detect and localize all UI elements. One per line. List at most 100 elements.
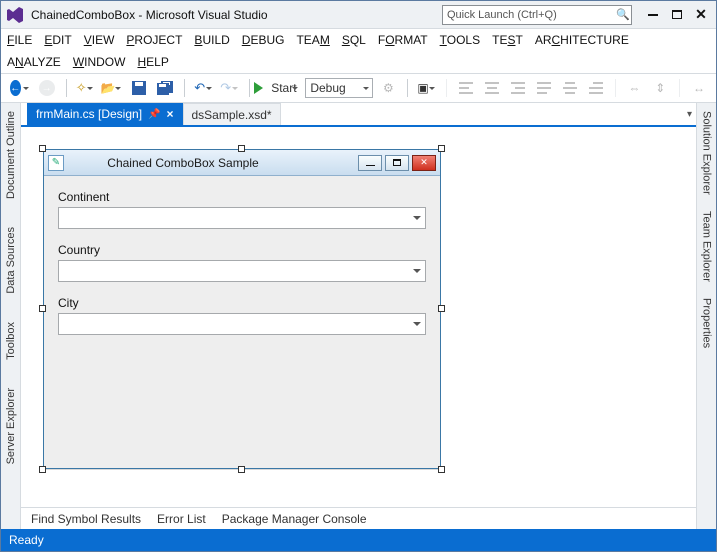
menu-architecture[interactable]: ARCHITECTURE <box>535 33 629 47</box>
resize-handle[interactable] <box>39 466 46 473</box>
panel-properties[interactable]: Properties <box>700 294 714 352</box>
designer-form[interactable]: ✎ Chained ComboBox Sample ✕ Continent <box>43 149 441 469</box>
document-tab-label: frmMain.cs [Design] <box>36 107 142 121</box>
new-project-button[interactable]: ✧ <box>74 77 96 99</box>
form-close-button[interactable]: ✕ <box>412 155 436 171</box>
toolbar-separator <box>615 79 616 97</box>
search-icon: 🔍 <box>615 8 631 21</box>
save-all-icon <box>157 81 173 95</box>
menu-bar-row2: ANALYZE WINDOW HELP <box>1 51 716 73</box>
vspace-button[interactable]: ⇕ <box>649 77 671 99</box>
hspace-button[interactable]: ⇔ <box>623 77 645 99</box>
designer-form-selection[interactable]: ✎ Chained ComboBox Sample ✕ Continent <box>43 149 441 469</box>
redo-button[interactable]: ↷ <box>219 77 241 99</box>
pin-icon[interactable]: 📌 <box>148 109 160 120</box>
vs-window: ChainedComboBox - Microsoft Visual Studi… <box>0 0 717 552</box>
menu-debug[interactable]: DEBUG <box>242 33 285 47</box>
forward-arrow-icon: → <box>39 80 55 96</box>
open-file-button[interactable]: 📂 <box>100 77 124 99</box>
menu-edit[interactable]: EDIT <box>44 33 71 47</box>
navigate-back-button[interactable]: ← <box>7 77 32 99</box>
close-tab-icon[interactable]: × <box>166 107 173 121</box>
menu-project[interactable]: PROJECT <box>126 33 182 47</box>
tab-overflow-button[interactable]: ▾ <box>687 109 692 120</box>
menu-test[interactable]: TEST <box>492 33 523 47</box>
document-tab-label: dsSample.xsd* <box>192 108 272 122</box>
document-tab-active[interactable]: frmMain.cs [Design] 📌 × <box>27 103 183 125</box>
left-tool-rail: Document Outline Data Sources Toolbox Se… <box>1 103 21 529</box>
undo-button[interactable]: ↶ <box>193 77 215 99</box>
status-text: Ready <box>9 533 44 547</box>
panel-error-list[interactable]: Error List <box>157 512 206 526</box>
layout-button[interactable]: ▣ <box>416 77 438 99</box>
window-close-button[interactable]: ✕ <box>690 5 712 25</box>
combo-city[interactable] <box>58 313 426 335</box>
align-top-button[interactable] <box>533 77 555 99</box>
menu-help[interactable]: HELP <box>137 55 168 69</box>
panel-package-manager-console[interactable]: Package Manager Console <box>222 512 367 526</box>
resize-handle[interactable] <box>438 466 445 473</box>
configuration-select[interactable]: Debug <box>305 78 373 98</box>
menu-sql[interactable]: SQL <box>342 33 366 47</box>
combo-country[interactable] <box>58 260 426 282</box>
align-left-button[interactable] <box>455 77 477 99</box>
menu-format[interactable]: FORMAT <box>378 33 428 47</box>
align-right-button[interactable] <box>507 77 529 99</box>
window-minimize-button[interactable] <box>642 5 664 25</box>
align-bottom-button[interactable] <box>585 77 607 99</box>
panel-solution-explorer[interactable]: Solution Explorer <box>700 107 714 199</box>
menu-tools[interactable]: TOOLS <box>440 33 480 47</box>
toolbar-separator <box>679 79 680 97</box>
panel-toolbox[interactable]: Toolbox <box>4 318 18 364</box>
resize-handle[interactable] <box>238 145 245 152</box>
menu-view[interactable]: VIEW <box>84 33 115 47</box>
label-country[interactable]: Country <box>58 243 426 257</box>
designer-surface[interactable]: ✎ Chained ComboBox Sample ✕ Continent <box>21 127 696 507</box>
resize-handle[interactable] <box>438 305 445 312</box>
same-width-button[interactable]: ↔ <box>688 77 710 99</box>
align-middle-icon <box>563 82 577 94</box>
resize-handle[interactable] <box>438 145 445 152</box>
align-center-icon <box>485 82 499 94</box>
menu-file[interactable]: FILE <box>7 33 32 47</box>
menu-team[interactable]: TEAM <box>296 33 329 47</box>
back-arrow-icon: ← <box>10 80 21 96</box>
resize-handle[interactable] <box>39 145 46 152</box>
window-restore-button[interactable] <box>666 5 688 25</box>
form-maximize-button[interactable] <box>385 155 409 171</box>
document-tab-inactive[interactable]: dsSample.xsd* <box>183 103 281 125</box>
menu-analyze[interactable]: ANALYZE <box>7 55 61 69</box>
resize-handle[interactable] <box>39 305 46 312</box>
align-bottom-icon <box>589 82 603 94</box>
start-debug-button[interactable]: Start <box>257 77 301 99</box>
menu-build[interactable]: BUILD <box>194 33 229 47</box>
form-titlebar: ✎ Chained ComboBox Sample ✕ <box>44 150 440 176</box>
panel-server-explorer[interactable]: Server Explorer <box>4 384 18 468</box>
vs-logo-icon <box>5 5 25 25</box>
form-minimize-button[interactable] <box>358 155 382 171</box>
workspace: Document Outline Data Sources Toolbox Se… <box>1 103 716 529</box>
combo-continent[interactable] <box>58 207 426 229</box>
hspace-icon: ⇔ <box>628 81 640 95</box>
quick-launch-input[interactable]: Quick Launch (Ctrl+Q) 🔍 <box>442 5 632 25</box>
redo-icon: ↷ <box>220 80 231 96</box>
panel-document-outline[interactable]: Document Outline <box>4 107 18 203</box>
save-button[interactable] <box>128 77 150 99</box>
menu-bar: FILE EDIT VIEW PROJECT BUILD DEBUG TEAM … <box>1 29 716 51</box>
panel-team-explorer[interactable]: Team Explorer <box>700 207 714 286</box>
resize-handle[interactable] <box>238 466 245 473</box>
save-all-button[interactable] <box>154 77 176 99</box>
solution-platforms-button[interactable]: ⚙ <box>377 77 399 99</box>
panel-data-sources[interactable]: Data Sources <box>4 223 18 298</box>
editor-area: frmMain.cs [Design] 📌 × dsSample.xsd* ▾ … <box>21 103 696 529</box>
layout-icon: ▣ <box>417 81 428 95</box>
panel-find-symbol-results[interactable]: Find Symbol Results <box>31 512 141 526</box>
title-bar: ChainedComboBox - Microsoft Visual Studi… <box>1 1 716 29</box>
menu-window[interactable]: WINDOW <box>73 55 126 69</box>
navigate-forward-button[interactable]: → <box>36 77 58 99</box>
label-city[interactable]: City <box>58 296 426 310</box>
label-continent[interactable]: Continent <box>58 190 426 204</box>
align-middle-button[interactable] <box>559 77 581 99</box>
align-left-icon <box>459 82 473 94</box>
align-center-button[interactable] <box>481 77 503 99</box>
